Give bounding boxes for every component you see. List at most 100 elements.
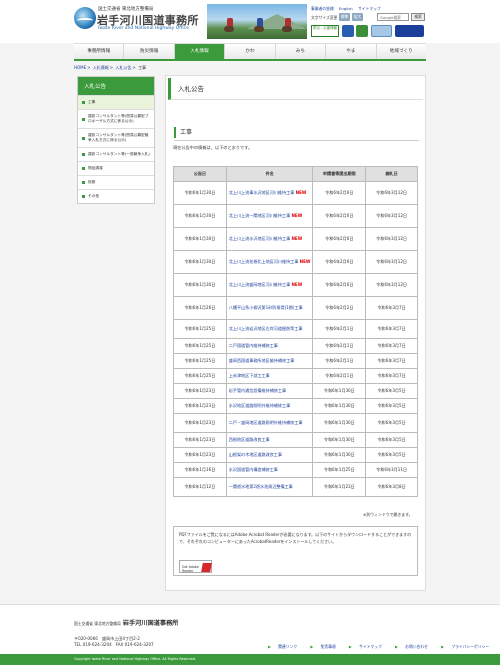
bid-item-link[interactable]: 水沢国道管内構造補修工事 <box>229 467 278 472</box>
sidebar-item-consultant-general[interactable]: 建設コンサルタント等(一般競争入札) <box>78 147 154 161</box>
search-input[interactable] <box>377 13 409 21</box>
new-badge: NEW <box>291 236 303 242</box>
table-row: 令和6年1月12日 一関遊水地第2遊水池周辺整備工事 令和6年1月23日 令和6年3月… <box>173 477 418 497</box>
footer-link-privacy[interactable]: ▶ プライバシーポリシー <box>441 644 495 649</box>
new-badge: NEW <box>295 190 307 196</box>
new-badge: NEW <box>299 259 311 265</box>
col-header-deadline: 申請書等提出期限 <box>312 166 367 182</box>
cell-name: 水沢国道管内構造補修工事 <box>225 462 314 478</box>
sidebar-item-label: 建設コンサルタント等(簡易公募型プロポーザル方式に係る公示) <box>88 114 149 123</box>
cell-name: 二戸・盛岡地区道路照明外維持補修工事 <box>225 413 314 433</box>
col-header-date: 公告日 <box>173 166 227 182</box>
gnav-road[interactable]: みち <box>276 44 327 59</box>
footer-link-disclaimer[interactable]: ▶ 免責事項 <box>310 644 341 649</box>
gnav-bidding[interactable]: 入札情報 <box>174 44 226 59</box>
cell-open-date: 令和6年3月12日 <box>365 273 418 297</box>
bid-item-link[interactable]: 二戸国道管内維持補修工事 <box>229 343 278 348</box>
table-row: 令和6年1月30日 北上川上流花巻北上地区河川維持工事 NEW 令和6年2月6日 令和… <box>173 250 418 274</box>
pdf-notice-box: PDFファイルをご覧になるにはAdobe Acrobat Readerが必要にな… <box>173 526 418 576</box>
table-row: 令和6年1月23日 岩手管内通信設備維持補修工事 令和6年1月30日 令和6年3月5日 <box>173 383 418 399</box>
bid-item-link[interactable]: 北上川上流花巻北上地区河川維持工事 <box>229 259 299 264</box>
bosai-banner[interactable]: 防災・災害情報 <box>311 25 339 37</box>
fontsize-normal-button[interactable]: 標準 <box>339 13 350 21</box>
gnav-community[interactable]: 地域づくり <box>377 44 426 59</box>
bid-item-link[interactable]: 上米津地区下部工工事 <box>229 373 270 378</box>
bid-item-link[interactable]: 西根地区道路改良工事 <box>229 437 270 442</box>
gnav-mountain[interactable]: やま <box>326 44 377 59</box>
banner-link-1[interactable] <box>342 25 354 37</box>
bid-item-link[interactable]: 盛岡西国道事務所地区維持補修工事 <box>229 358 295 363</box>
footer-link-sitemap[interactable]: ▶ サイトマップ <box>349 644 388 649</box>
bullet-icon <box>82 167 85 170</box>
bid-item-link[interactable]: 八幡平山系小柳沢第1砂防堰堤(1期)工事 <box>229 305 303 310</box>
page-title: 入札公告 <box>168 78 423 100</box>
cell-deadline: 令和6年1月30日 <box>312 432 367 448</box>
cell-deadline: 令和6年1月25日 <box>312 462 367 478</box>
banner-link-3[interactable] <box>371 25 392 37</box>
footer-org: 国土交通省 東北地方整備局 岩手河川国道事務所 <box>74 620 179 627</box>
adobe-icon <box>201 563 212 572</box>
bid-item-link[interactable]: 二戸・盛岡地区道路照明外維持補修工事 <box>229 420 303 425</box>
cell-deadline: 令和6年1月30日 <box>312 447 367 463</box>
table-row: 令和6年1月16日 水沢国道管内構造補修工事 令和6年1月25日 令和6年3月11日 <box>173 462 418 478</box>
cell-open-date: 令和6年3月5日 <box>365 432 418 448</box>
sidebar-item-construction[interactable]: 工事 <box>78 95 154 109</box>
sidebar-title: 入札公告 <box>78 77 154 95</box>
breadcrumb-bidding[interactable]: 入札情報 <box>93 65 109 70</box>
bullet-icon <box>82 181 85 184</box>
gnav-river[interactable]: かわ <box>225 44 276 59</box>
cell-deadline: 令和6年2月6日 <box>312 181 367 205</box>
col-header-open: 開札日 <box>365 166 418 182</box>
cell-name: 北上川上流花巻北上地区河川維持工事 NEW <box>225 250 314 274</box>
cell-open-date: 令和6年3月7日 <box>365 296 418 320</box>
bid-item-link[interactable]: 北上川上流一関地区河川維持工事 <box>229 213 290 218</box>
cell-date: 令和6年1月23日 <box>173 413 227 433</box>
cell-name: 北上川上流盛岡地区河川維持工事 NEW <box>225 273 314 297</box>
bid-item-link[interactable]: 水沢地区道路照明外維持補修工事 <box>229 403 290 408</box>
bid-item-link[interactable]: 山根架の木地区道路改良工事 <box>229 452 282 457</box>
bid-item-link[interactable]: 北上川上流岩沢地区左岸河道掘削等工事 <box>229 326 303 331</box>
sidebar-item-procurement[interactable]: 物品調達 <box>78 161 154 175</box>
cell-open-date: 令和6年3月8日 <box>365 477 418 497</box>
sidebar-item-consultant-proposal[interactable]: 建設コンサルタント等(簡易公募型プロポーザル方式に係る公示) <box>78 109 154 128</box>
cell-open-date: 令和6年3月7日 <box>365 338 418 354</box>
bid-item-link[interactable]: 北上川上流盛岡地区河川維持工事 <box>229 282 290 287</box>
footer-link-contact[interactable]: ▶ お問い合わせ <box>395 644 434 649</box>
breadcrumb-notice[interactable]: 入札公告 <box>115 65 131 70</box>
sidebar-item-other[interactable]: その他 <box>78 189 154 203</box>
util-link-english[interactable]: English <box>339 6 353 11</box>
cell-date: 令和6年1月30日 <box>173 181 227 205</box>
table-row: 令和6年1月30日 北上川上流一関地区河川維持工事 NEW 令和6年2月6日 令和6年… <box>173 204 418 228</box>
intro-text: 現在公告中の情報は、以下のとおりです。 <box>173 145 253 150</box>
gnav-office[interactable]: 事務所情報 <box>74 44 125 59</box>
sidebar-item-services[interactable]: 役務 <box>78 175 154 189</box>
bid-item-link[interactable]: 北上川上流事水沢地区河川維持工事 <box>229 190 295 195</box>
bid-item-link[interactable]: 北上川上流水沢地区河川維持工事 <box>229 236 290 241</box>
cell-open-date: 令和6年3月7日 <box>365 319 418 339</box>
search-button[interactable]: 検索 <box>411 13 425 21</box>
cell-name: 北上川上流水沢地区河川維持工事 NEW <box>225 227 314 251</box>
cell-deadline: 令和6年2月1日 <box>312 353 367 369</box>
fontsize-large-button[interactable]: 拡大 <box>352 13 363 21</box>
banner-link-2[interactable] <box>356 25 368 37</box>
footer-link-related[interactable]: ▶ 関連リンク <box>268 644 303 649</box>
cell-name: 岩手管内通信設備維持補修工事 <box>225 383 314 399</box>
util-link-business[interactable]: 事業者の皆様 <box>311 6 334 11</box>
table-row: 令和6年1月23日 西根地区道路改良工事 令和6年1月30日 令和6年3月5日 <box>173 432 418 448</box>
breadcrumb-home[interactable]: HOME <box>74 65 86 70</box>
cell-open-date: 令和6年3月7日 <box>365 353 418 369</box>
cell-deadline: 令和6年2月1日 <box>312 319 367 339</box>
sidebar-item-consultant-bidding[interactable]: 建設コンサルタント等(簡易公募型競争入札方式に係る公示) <box>78 128 154 147</box>
bid-item-link[interactable]: 一関遊水地第2遊水池周辺整備工事 <box>229 484 293 489</box>
bid-item-link[interactable]: 岩手管内通信設備維持補修工事 <box>229 388 286 393</box>
util-link-sitemap[interactable]: サイトマップ <box>358 6 381 11</box>
banner-link-4[interactable] <box>395 25 424 37</box>
cell-date: 令和6年1月23日 <box>173 432 227 448</box>
logo-icon[interactable] <box>74 7 96 29</box>
table-header-row: 公告日 件名 申請書等提出期限 開札日 <box>173 166 418 182</box>
cell-date: 令和6年1月26日 <box>173 296 227 320</box>
cell-date: 令和6年1月25日 <box>173 338 227 354</box>
cell-deadline: 令和6年1月23日 <box>312 477 367 497</box>
adobe-reader-badge[interactable]: Get Adobe Reader <box>179 560 212 573</box>
gnav-disaster[interactable]: 防災情報 <box>124 44 175 59</box>
